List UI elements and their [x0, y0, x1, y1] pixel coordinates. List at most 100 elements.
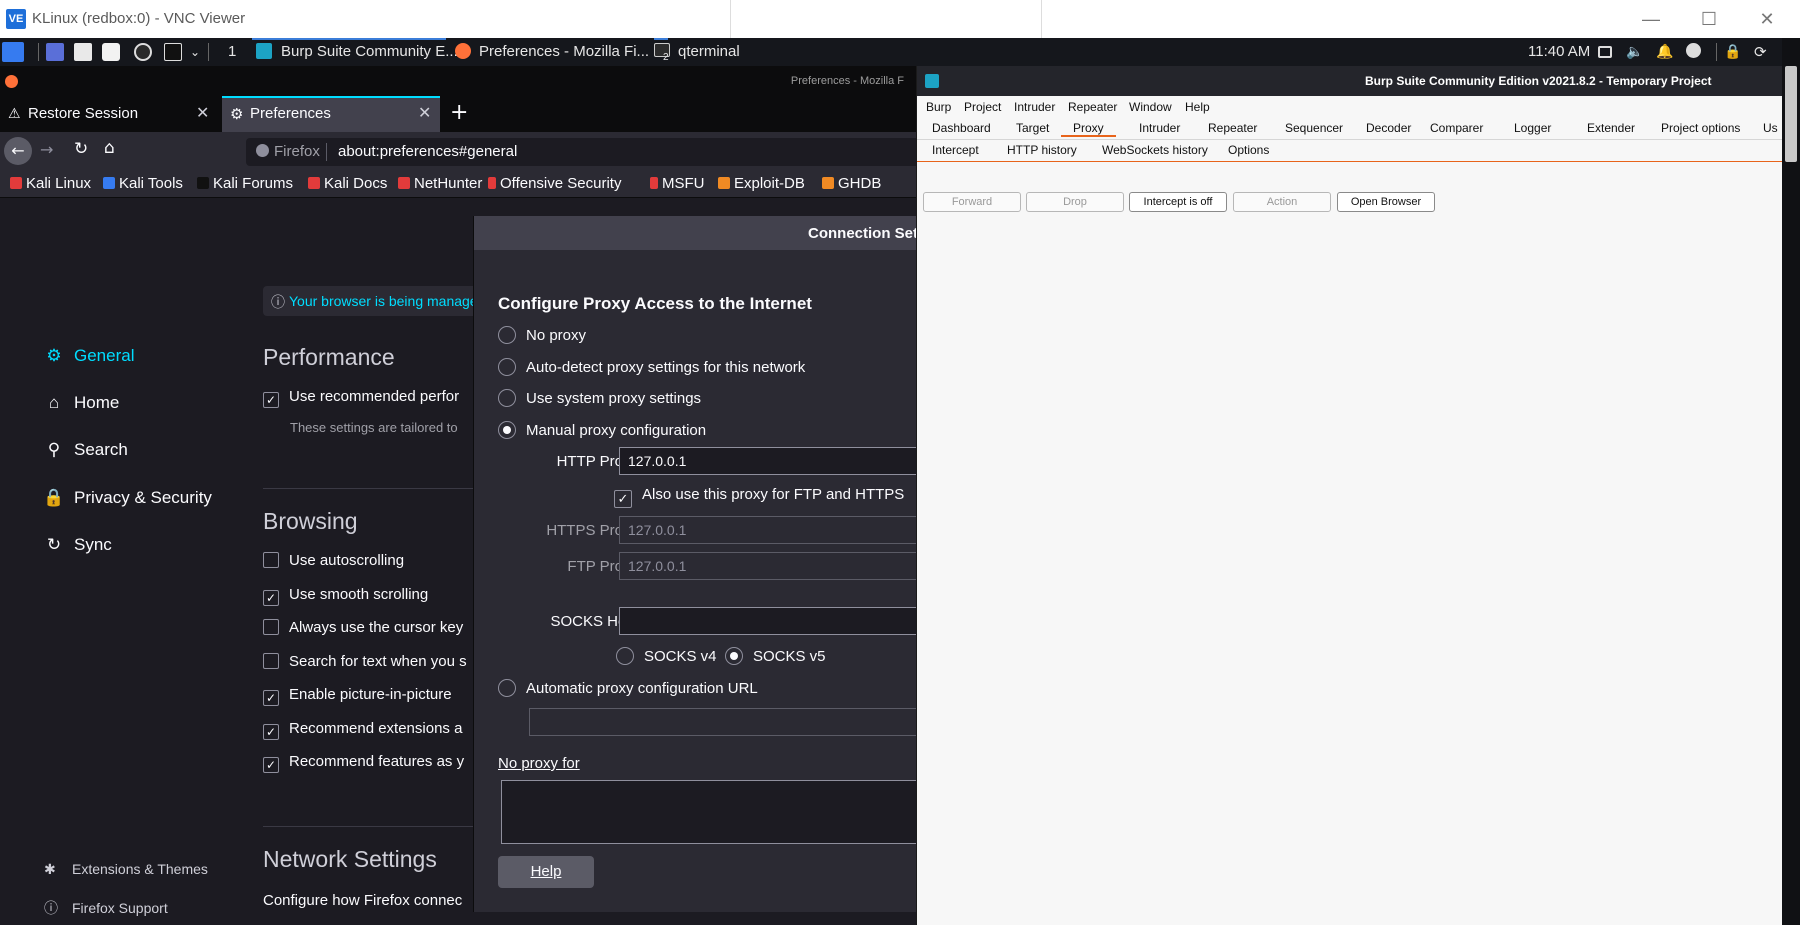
taskbar-window-firefox[interactable]: Preferences - Mozilla Fi...	[479, 43, 649, 60]
subtab-http-history[interactable]: HTTP history	[1007, 143, 1077, 157]
forward-button[interactable]: Forward	[923, 192, 1021, 212]
subtab-intercept[interactable]: Intercept	[932, 143, 979, 157]
tab-sequencer[interactable]: Sequencer	[1285, 121, 1343, 135]
manual-proxy-radio[interactable]: Manual proxy configuration	[498, 421, 706, 439]
no-proxy-for-textarea[interactable]	[501, 780, 917, 844]
logout-icon[interactable]: ⟳	[1754, 43, 1767, 61]
checkbox[interactable]: ✓	[263, 690, 279, 706]
workspace-number[interactable]: 1	[228, 43, 236, 60]
checkbox[interactable]	[263, 552, 279, 568]
drop-button[interactable]: Drop	[1026, 192, 1124, 212]
auto-detect-radio[interactable]: Auto-detect proxy settings for this netw…	[498, 358, 805, 376]
url-bar[interactable]: Firefox about:preferences#general	[246, 138, 916, 166]
tab-project-options[interactable]: Project options	[1661, 121, 1740, 135]
checkbox[interactable]: ✓	[263, 590, 279, 606]
bookmark-kali-docs[interactable]: Kali Docs	[308, 175, 387, 192]
display-icon[interactable]	[1598, 46, 1612, 58]
browsing-option[interactable]: Search for text when you s	[263, 653, 467, 670]
back-icon[interactable]: ←	[4, 137, 32, 165]
chevron-down-icon[interactable]: ⌄	[190, 45, 200, 59]
checkbox[interactable]: ✓	[614, 490, 632, 508]
checkbox[interactable]: ✓	[263, 757, 279, 773]
pac-url-radio[interactable]: Automatic proxy configuration URL	[498, 679, 758, 697]
close-tab-icon[interactable]: ✕	[196, 103, 209, 123]
close-tab-icon[interactable]: ✕	[418, 103, 431, 123]
bookmark-msfu[interactable]: MSFU	[650, 175, 705, 192]
tab-comparer[interactable]: Comparer	[1430, 121, 1483, 135]
notification-bell-icon[interactable]: 🔔	[1656, 43, 1673, 60]
web-browser-icon[interactable]	[134, 43, 152, 61]
menu-intruder[interactable]: Intruder	[1014, 100, 1055, 114]
url-text[interactable]: about:preferences#general	[338, 143, 517, 160]
taskbar-window-qterminal[interactable]: qterminal	[678, 43, 740, 60]
browsing-option[interactable]: Use autoscrolling	[263, 552, 404, 569]
browsing-option[interactable]: ✓ Recommend extensions a	[263, 720, 462, 740]
bookmark-ghdb[interactable]: GHDB	[822, 175, 881, 192]
tab-restore-session[interactable]: ⚠ Restore Session ✕	[0, 96, 218, 132]
info-icon[interactable]	[1686, 43, 1701, 58]
sidebar-item-sync[interactable]: ↻ Sync	[42, 535, 112, 555]
menu-burp[interactable]: Burp	[926, 100, 951, 114]
also-use-proxy-checkbox[interactable]: ✓ Also use this proxy for FTP and HTTPS	[614, 486, 904, 508]
sidebar-item-home[interactable]: ⌂ Home	[42, 393, 120, 413]
sidebar-firefox-support[interactable]: ⓘ Firefox Support	[44, 898, 168, 918]
system-proxy-radio[interactable]: Use system proxy settings	[498, 389, 701, 407]
socks-v5-radio[interactable]: SOCKS v5	[725, 647, 826, 665]
browsing-option[interactable]: ✓ Recommend features as y	[263, 753, 464, 773]
radio-auto-detect[interactable]	[498, 358, 516, 376]
radio-manual[interactable]	[498, 421, 516, 439]
tab-dashboard[interactable]: Dashboard	[932, 121, 991, 135]
tab-decoder[interactable]: Decoder	[1366, 121, 1411, 135]
maximize-icon[interactable]: ☐	[1692, 6, 1726, 32]
radio-socks-v4[interactable]	[616, 647, 634, 665]
radio-system[interactable]	[498, 389, 516, 407]
forward-icon[interactable]: →	[40, 140, 53, 159]
subtab-websockets-history[interactable]: WebSockets history	[1102, 143, 1208, 157]
text-editor-icon[interactable]	[102, 43, 120, 61]
http-proxy-input[interactable]: 127.0.0.1	[619, 447, 917, 475]
new-tab-icon[interactable]: +	[450, 100, 468, 125]
lock-icon[interactable]: 🔒	[1724, 43, 1741, 60]
use-recommended-performance-checkbox[interactable]: ✓ Use recommended perfor	[263, 388, 459, 408]
open-browser-button[interactable]: Open Browser	[1337, 192, 1435, 212]
browsing-option[interactable]: ✓ Use smooth scrolling	[263, 586, 428, 606]
policy-notice[interactable]: ⓘ Your browser is being manage	[263, 286, 483, 316]
reload-icon[interactable]: ↻	[74, 139, 88, 159]
radio-socks-v5[interactable]	[725, 647, 743, 665]
scrollbar-thumb[interactable]	[1785, 66, 1797, 162]
socks-v4-radio[interactable]: SOCKS v4	[616, 647, 717, 665]
kali-menu-icon[interactable]	[2, 42, 24, 62]
https-proxy-input[interactable]: 127.0.0.1	[619, 516, 917, 544]
menu-window[interactable]: Window	[1129, 100, 1172, 114]
tab-user-options[interactable]: Us	[1763, 121, 1778, 135]
pac-url-input[interactable]	[529, 708, 917, 736]
home-icon[interactable]: ⌂	[104, 138, 115, 158]
no-proxy-radio[interactable]: No proxy	[498, 326, 586, 344]
action-button[interactable]: Action	[1233, 192, 1331, 212]
tab-target[interactable]: Target	[1016, 121, 1049, 135]
ftp-proxy-input[interactable]: 127.0.0.1	[619, 552, 917, 580]
bookmark-kali-tools[interactable]: Kali Tools	[103, 175, 183, 192]
socks-host-input[interactable]	[619, 607, 917, 635]
bookmark-exploit-db[interactable]: Exploit-DB	[718, 175, 805, 192]
menu-repeater[interactable]: Repeater	[1068, 100, 1117, 114]
close-icon[interactable]: ✕	[1750, 6, 1784, 32]
bookmark-offensive-security[interactable]: Offensive Security	[488, 175, 621, 192]
menu-help[interactable]: Help	[1185, 100, 1210, 114]
sidebar-item-general[interactable]: ⚙ General	[42, 346, 134, 366]
sidebar-item-privacy[interactable]: 🔒 Privacy & Security	[42, 488, 212, 508]
checkbox[interactable]	[263, 653, 279, 669]
desktop-icon[interactable]	[46, 43, 64, 61]
volume-icon[interactable]: 🔈	[1626, 43, 1643, 60]
checkbox[interactable]	[263, 619, 279, 635]
browsing-option[interactable]: ✓ Enable picture-in-picture	[263, 686, 452, 706]
intercept-toggle-button[interactable]: Intercept is off	[1129, 192, 1227, 212]
bookmark-nethunter[interactable]: NetHunter	[398, 175, 482, 192]
file-manager-icon[interactable]	[74, 43, 92, 61]
tab-preferences[interactable]: ⚙ Preferences ✕	[222, 96, 440, 132]
tab-extender[interactable]: Extender	[1587, 121, 1635, 135]
radio-no-proxy[interactable]	[498, 326, 516, 344]
minimize-icon[interactable]: —	[1634, 6, 1668, 32]
tab-logger[interactable]: Logger	[1514, 121, 1551, 135]
menu-project[interactable]: Project	[964, 100, 1001, 114]
